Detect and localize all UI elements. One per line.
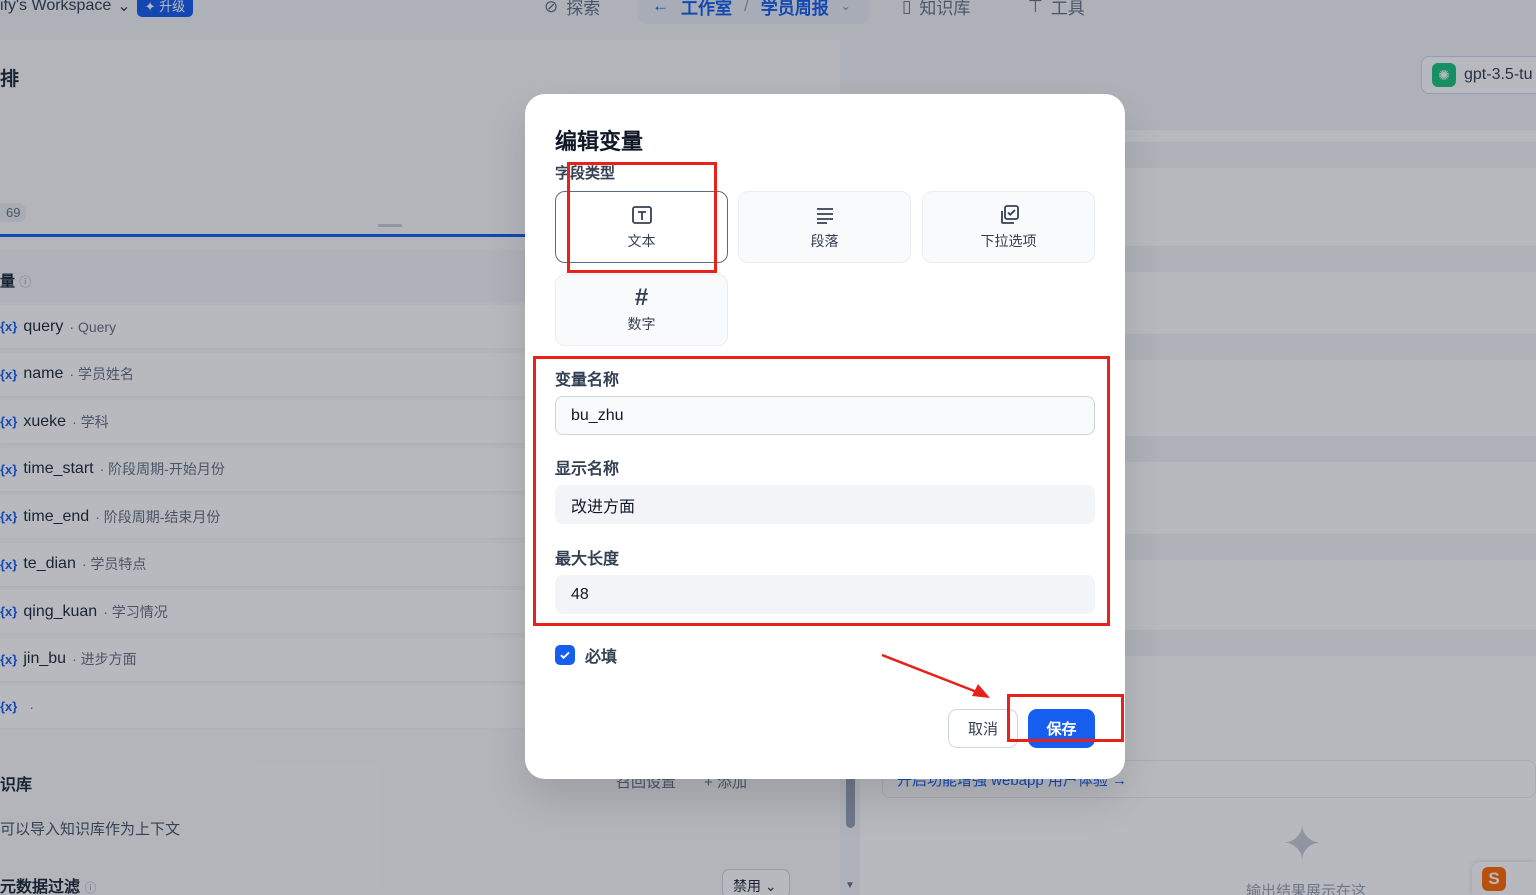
- type-option-select[interactable]: 下拉选项: [922, 191, 1095, 263]
- annotation-arrow-icon: [881, 653, 990, 698]
- annotation-box-fields: [533, 356, 1110, 626]
- type-option-number[interactable]: # 数字: [555, 274, 728, 346]
- type-option-label: 数字: [627, 316, 656, 332]
- select-icon: [998, 203, 1020, 227]
- dialog-title: 编辑变量: [555, 129, 644, 154]
- annotation-box-type: [567, 162, 717, 273]
- annotation-box-save: [1007, 694, 1124, 742]
- type-option-label: 段落: [810, 233, 839, 249]
- required-row: 必填: [555, 643, 617, 667]
- number-icon: #: [634, 284, 649, 311]
- type-option-paragraph[interactable]: 段落: [738, 191, 911, 263]
- type-option-label: 下拉选项: [980, 233, 1037, 249]
- required-label: 必填: [585, 649, 618, 666]
- required-checkbox[interactable]: [555, 645, 575, 665]
- check-icon: [560, 651, 570, 660]
- paragraph-icon: [814, 203, 836, 227]
